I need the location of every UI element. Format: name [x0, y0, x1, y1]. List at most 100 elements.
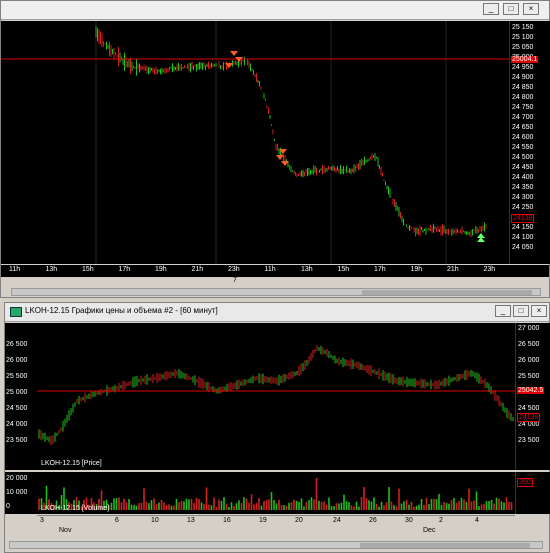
day-axis-label: 16: [223, 517, 231, 524]
maximize-button[interactable]: □: [503, 3, 519, 15]
price-chart-area[interactable]: [1, 21, 509, 264]
price-chart-canvas: [37, 345, 515, 445]
time-axis-label: 17h: [118, 266, 131, 273]
window-title: LKOH-12.15 Графики цены и объема #2 - [6…: [25, 306, 218, 315]
price-axis-left-pad: 26 500 26 000 25 500 25 000 24 500 24 000 23 5…: [5, 323, 37, 470]
chart-window-1: _ □ × 25 15025 10025 05025 00024 95024 9…: [0, 0, 550, 298]
time-axis: 11h 13h 15h 17h 19h 21h 23h 11h 13h 15h 17h 19h 21h 2…: [1, 265, 549, 277]
price-scale[interactable]: 25 15025 10025 05025 00024 95024 90024 8…: [509, 21, 550, 264]
day-axis-label: 20: [295, 517, 303, 524]
price-axis-label: 24 400: [512, 174, 534, 181]
maximize-button[interactable]: □: [513, 305, 529, 317]
price-axis-label-left: 24 000: [6, 421, 28, 428]
price-axis-label: 24 350: [512, 184, 534, 191]
time-axis-label: 23h: [483, 266, 496, 273]
day-axis-label: 24: [333, 517, 341, 524]
volume-chart-area[interactable]: LKOH-12.15 [Volume]: [37, 472, 515, 514]
price-axis-label: 27 000: [518, 325, 540, 332]
price-axis-label: 26 000: [518, 357, 540, 364]
price-axis-label: 25 150: [512, 24, 534, 31]
time-axis-label: 13h: [45, 266, 58, 273]
volume-axis-label: 10 000: [6, 489, 28, 496]
horizontal-scrollbar[interactable]: [11, 288, 541, 296]
price-axis-label: 25 100: [512, 34, 534, 41]
date-label: 7: [233, 277, 237, 284]
price-axis-label: 24 450: [512, 164, 534, 171]
price-axis-label: 24 500: [518, 405, 540, 412]
time-axis-label: 19h: [155, 266, 167, 273]
minimize-button[interactable]: _: [495, 305, 511, 317]
current-price-tag: 25042.5: [517, 387, 545, 394]
time-axis-label: 21h: [447, 266, 459, 273]
scrollbar-thumb[interactable]: [362, 290, 532, 295]
window-2-titlebar[interactable]: LKOH-12.15 Графики цены и объема #2 - [6…: [5, 303, 549, 322]
day-axis-label: 19: [259, 517, 267, 524]
price-axis-label: 24 650: [512, 124, 534, 131]
price-axis-label: 26 500: [518, 341, 540, 348]
day-axis-label: 10: [151, 517, 159, 524]
minimize-button[interactable]: _: [483, 3, 499, 15]
time-axis-label: 17h: [374, 266, 386, 273]
price-axis-label: 24 850: [512, 84, 534, 91]
month-label-nov: Nov: [59, 527, 72, 534]
day-axis-label: 13: [187, 517, 195, 524]
price-axis-label-left: 23 500: [6, 437, 28, 444]
day-axis-label: 2: [439, 517, 443, 524]
volume-axis-label: 20 000: [6, 475, 28, 482]
day-axis-label: 3: [40, 517, 44, 524]
close-button[interactable]: ×: [531, 305, 547, 317]
volume-axis-left: 20 000 10 000 0: [5, 472, 37, 514]
chart-window-2: LKOH-12.15 Графики цены и объема #2 - [6…: [4, 302, 550, 553]
volume-tag: 350: [517, 478, 533, 487]
price-axis-label: 24 150: [512, 224, 534, 231]
close-button[interactable]: ×: [523, 3, 539, 15]
date-axis: 7: [1, 277, 549, 287]
price-axis-label: 24 050: [512, 244, 534, 251]
price-axis-label: 25 050: [512, 44, 534, 51]
price-axis-label: 25 500: [518, 373, 540, 380]
price-axis-label-left: 25 000: [6, 389, 28, 396]
current-price-tag: 25004.1: [511, 56, 539, 63]
price-axis-label: 23 500: [518, 437, 540, 444]
volume-scale[interactable]: 350: [515, 472, 550, 514]
day-axis-label: 30: [405, 517, 413, 524]
price-axis-label: 24 600: [512, 134, 534, 141]
time-axis-label: 15h: [82, 266, 94, 273]
day-axis-label: 4: [475, 517, 479, 524]
price-axis-label: 24 000: [518, 421, 540, 428]
last-price-tag: 24138: [517, 413, 541, 422]
price-axis-label: 24 750: [512, 104, 534, 111]
sell-signal-arrow: [230, 51, 238, 56]
window-1-titlebar[interactable]: _ □ ×: [1, 1, 549, 20]
price-axis-label: 24 500: [512, 154, 534, 161]
day-axis-label: 26: [369, 517, 377, 524]
price-chart-canvas: [1, 21, 509, 264]
price-series-label: LKOH-12.15 [Price]: [41, 460, 102, 467]
last-price-tag: 24138: [511, 214, 535, 223]
price-axis-label: 24 100: [512, 234, 534, 241]
time-axis-label: 23h: [228, 266, 240, 273]
price-chart-area[interactable]: LKOH-12.15 [Price]: [37, 323, 515, 470]
volume-series-label: LKOH-12.15 [Volume]: [41, 505, 110, 512]
horizontal-scrollbar[interactable]: [9, 541, 543, 549]
price-axis-label: 24 250: [512, 204, 534, 211]
price-axis-label: 24 900: [512, 74, 534, 81]
time-axis-label: 11h: [264, 266, 276, 273]
time-axis-label: 19h: [410, 266, 423, 273]
volume-axis-label: 0: [6, 503, 10, 510]
day-axis: 3 6 10 13 16 19 20 24 26 30 2 4: [37, 515, 515, 527]
time-axis-label: 13h: [301, 266, 313, 273]
price-axis-label: 24 950: [512, 64, 534, 71]
time-axis-label: 11h: [9, 266, 21, 273]
month-axis: Nov Dec: [37, 527, 515, 537]
price-axis-label-left: 24 500: [6, 405, 28, 412]
price-axis-label-left: 26 500: [6, 341, 28, 348]
price-axis-label: 24 300: [512, 194, 534, 201]
price-axis-label: 24 700: [512, 114, 534, 121]
price-scale[interactable]: 27 00026 50026 00025 50025 00024 50024 0…: [515, 323, 550, 470]
scrollbar-thumb[interactable]: [360, 543, 530, 548]
sell-signal-arrow: [276, 155, 284, 160]
time-axis-label: 15h: [337, 266, 350, 273]
time-axis-label: 21h: [191, 266, 204, 273]
chart-app-icon: [10, 307, 22, 317]
